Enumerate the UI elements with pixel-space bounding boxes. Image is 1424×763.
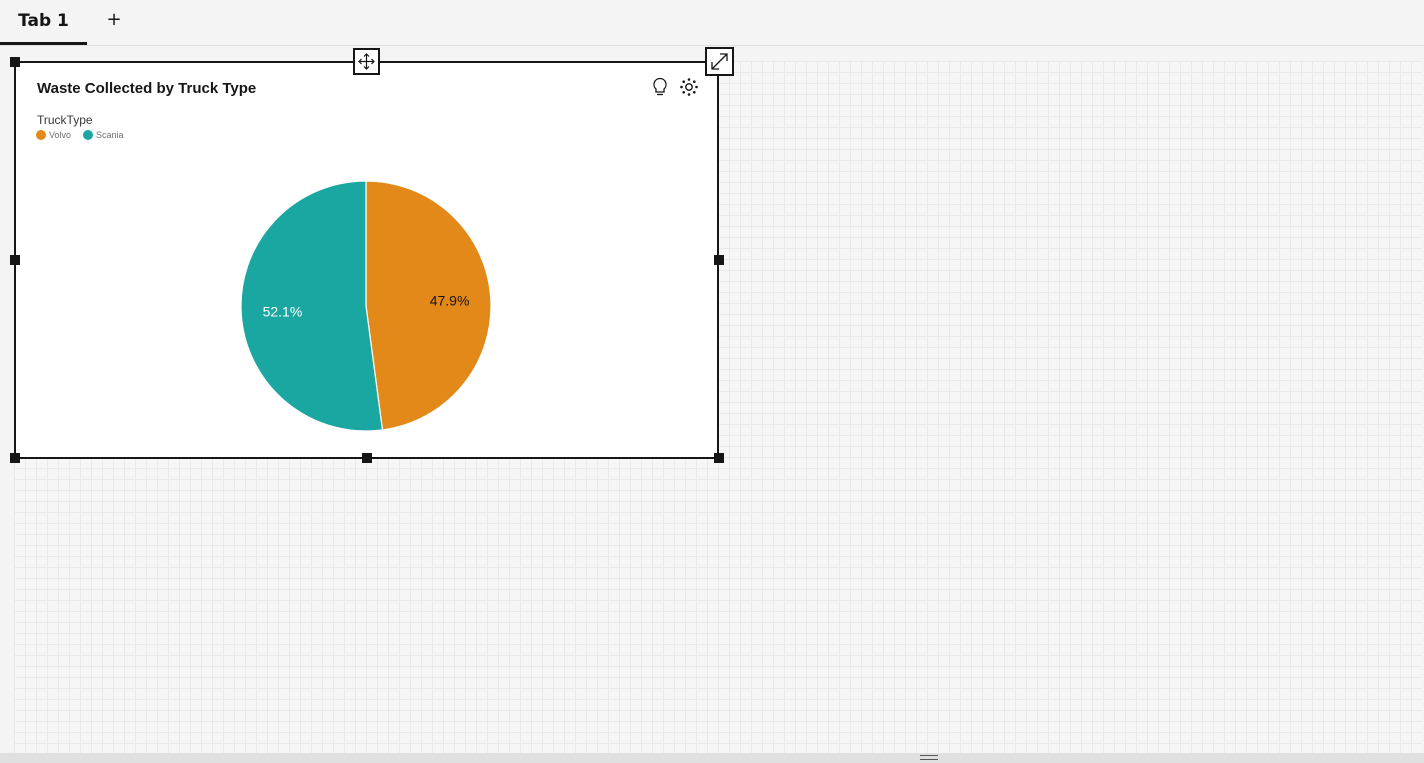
chart-widget[interactable]: Waste Collected by Truck Type TruckType … — [14, 61, 719, 459]
pie-chart: 47.9% 52.1% — [240, 180, 492, 432]
panel-resize-grip[interactable] — [920, 755, 938, 760]
resize-handle-top-left[interactable] — [10, 57, 20, 67]
resize-handle-left[interactable] — [10, 255, 20, 265]
pie-label-volvo: 47.9% — [430, 292, 470, 308]
tab-bar: Tab 1 + — [0, 0, 1424, 46]
resize-handle-bottom-right[interactable] — [714, 453, 724, 463]
tab-label: Tab 1 — [18, 11, 69, 31]
pie-slice-volvo[interactable] — [365, 180, 492, 431]
pie-label-scania: 52.1% — [263, 304, 303, 320]
tab-1[interactable]: Tab 1 — [0, 0, 87, 45]
expand-icon[interactable] — [705, 47, 734, 76]
add-tab-button[interactable]: + — [102, 6, 126, 32]
move-icon[interactable] — [353, 48, 380, 75]
resize-handle-right[interactable] — [714, 255, 724, 265]
resize-handle-bottom-left[interactable] — [10, 453, 20, 463]
bottom-bar — [0, 753, 1424, 763]
resize-handle-bottom[interactable] — [362, 453, 372, 463]
